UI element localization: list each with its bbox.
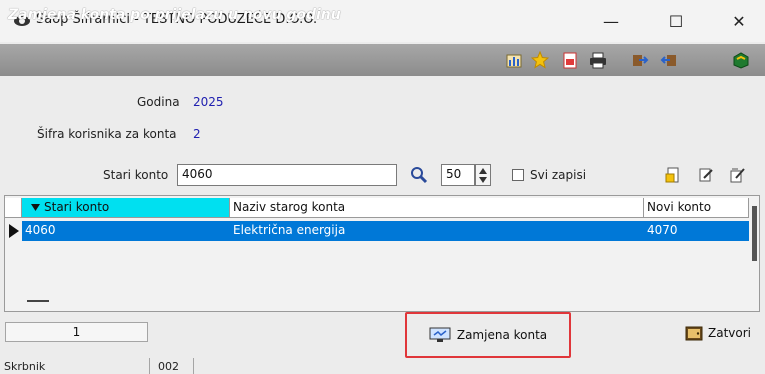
column-header-stari-konto[interactable]: Stari konto <box>22 198 230 218</box>
sifra-label: Šifra korisnika za konta <box>37 127 177 141</box>
print-icon[interactable] <box>589 51 607 69</box>
star-icon[interactable] <box>531 51 549 69</box>
maximize-button[interactable]: ☐ <box>661 10 691 32</box>
table-row[interactable] <box>22 221 749 241</box>
svi-zapisi-label: Svi zapisi <box>530 168 587 182</box>
grid-corner <box>5 198 22 218</box>
column-header-novi-konto[interactable]: Novi konto <box>644 198 749 218</box>
form-header <box>0 44 765 76</box>
limit-spinner[interactable] <box>475 164 491 186</box>
close-button[interactable]: ✕ <box>724 10 754 32</box>
godina-value: 2025 <box>193 95 224 109</box>
monitor-icon <box>429 327 451 342</box>
form-title: Zamjena konta po prijelazu u novu godinu <box>8 7 341 23</box>
chart-icon[interactable] <box>505 51 523 69</box>
edit-all-icon[interactable] <box>728 166 746 184</box>
zatvori-button[interactable]: Zatvori <box>684 322 760 344</box>
stari-konto-label: Stari konto <box>103 168 169 182</box>
cell-novi-konto: 4070 <box>647 223 678 237</box>
zamjena-konta-button[interactable]: Zamjena konta <box>405 312 571 358</box>
godina-label: Godina <box>137 95 180 109</box>
status-user: Skrbnik <box>4 360 46 373</box>
page-indicator: 1 <box>5 322 148 342</box>
column-header-label: Stari konto <box>44 200 110 214</box>
grid-dash <box>27 300 49 302</box>
stari-konto-input[interactable]: 4060 <box>177 164 397 186</box>
limit-input[interactable]: 50 <box>441 164 475 186</box>
row-pointer-icon <box>9 224 19 238</box>
status-divider <box>193 358 194 374</box>
edit-record-icon[interactable] <box>697 166 715 184</box>
cell-stari-konto: 4060 <box>25 223 56 237</box>
search-icon[interactable] <box>410 166 428 184</box>
cell-naziv: Električna energija <box>233 223 346 237</box>
grid-scrollbar[interactable] <box>752 206 757 261</box>
pdf-icon[interactable] <box>561 51 579 69</box>
zamjena-konta-label: Zamjena konta <box>456 328 548 342</box>
column-header-naziv[interactable]: Naziv starog konta <box>230 198 644 218</box>
sifra-value: 2 <box>193 127 201 141</box>
import-icon[interactable] <box>660 51 678 69</box>
minimize-button[interactable]: — <box>596 10 626 32</box>
status-code: 002 <box>158 360 179 373</box>
spin-down-icon[interactable] <box>479 177 487 183</box>
spin-up-icon[interactable] <box>479 168 487 174</box>
close-door-icon <box>685 326 703 341</box>
new-record-icon[interactable] <box>664 166 682 184</box>
svi-zapisi-checkbox[interactable] <box>512 169 524 181</box>
zatvori-label: Zatvori <box>708 326 751 340</box>
export-icon[interactable] <box>631 51 649 69</box>
sort-down-icon <box>31 204 40 211</box>
exit-book-icon[interactable] <box>732 51 750 69</box>
